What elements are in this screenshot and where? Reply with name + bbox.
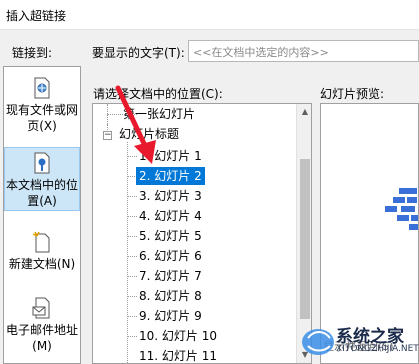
document-place-tree: 第一张幻灯片 − 幻灯片标题 1. 幻灯片 1 2. 幻灯片 2 3. 幻灯片 … xyxy=(92,103,312,364)
email-icon xyxy=(32,297,50,319)
link-to-document-place[interactable]: 本文档中的位置(A) xyxy=(4,147,80,211)
tree-item-slide-1[interactable]: 1. 幻灯片 1 xyxy=(139,147,202,165)
link-to-existing-file[interactable]: 现有文件或网页(X) xyxy=(4,73,80,145)
link-to-new-document-label: 新建文档(N) xyxy=(8,257,76,271)
existing-file-icon xyxy=(34,77,50,99)
scroll-thumb[interactable] xyxy=(300,159,310,319)
link-to-new-document[interactable]: 新建文档(N) xyxy=(4,227,80,273)
tree-item-slide-8[interactable]: 8. 幻灯片 8 xyxy=(139,287,202,305)
new-document-icon xyxy=(32,231,50,253)
link-to-sidebar: 现有文件或网页(X) 本文档中的位置(A) 新建文档(N) 电子邮件地址(M) xyxy=(3,66,81,364)
link-to-label: 链接到: xyxy=(12,46,53,60)
tree-item-slide-10[interactable]: 10. 幻灯片 10 xyxy=(139,327,217,345)
tree-item-slide-3[interactable]: 3. 幻灯片 3 xyxy=(139,187,202,205)
tree-item-slide-titles[interactable]: 幻灯片标题 xyxy=(119,125,179,143)
tree-item-slide-5[interactable]: 5. 幻灯片 5 xyxy=(139,227,202,245)
link-to-email-label: 电子邮件地址(M) xyxy=(5,323,78,353)
document-place-icon xyxy=(34,152,50,174)
tree-item-slide-9[interactable]: 9. 幻灯片 9 xyxy=(139,307,202,325)
collapse-icon[interactable]: − xyxy=(103,131,112,140)
dialog-title-bar: 插入超链接 xyxy=(0,0,419,30)
place-label: 请选择文档中的位置(C): xyxy=(93,87,223,101)
tree-item-slide-6[interactable]: 6. 幻灯片 6 xyxy=(139,247,202,265)
watermark-subtext: XITONGZHIJIA.NET xyxy=(336,344,419,354)
link-to-email[interactable]: 电子邮件地址(M) xyxy=(4,293,80,353)
dialog-title: 插入超链接 xyxy=(6,9,67,23)
display-text-label: 要显示的文字(T): xyxy=(92,46,185,60)
tree-item-slide-4[interactable]: 4. 幻灯片 4 xyxy=(139,207,202,225)
preview-label: 幻灯片预览: xyxy=(320,87,385,101)
tree-item-slide-11[interactable]: 11. 幻灯片 11 xyxy=(139,347,217,363)
scroll-up-icon[interactable]: ▲ xyxy=(297,104,311,120)
tree-item-slide-7[interactable]: 7. 幻灯片 7 xyxy=(139,267,202,285)
display-text-input[interactable]: <<在文档中选定的内容>> xyxy=(188,40,419,62)
link-to-existing-file-label: 现有文件或网页(X) xyxy=(5,103,78,133)
tree-item-slide-2[interactable]: 2. 幻灯片 2 xyxy=(136,167,205,185)
tree-item-first-slide[interactable]: 第一张幻灯片 xyxy=(123,105,195,123)
link-to-document-place-label: 本文档中的位置(A) xyxy=(5,178,78,208)
